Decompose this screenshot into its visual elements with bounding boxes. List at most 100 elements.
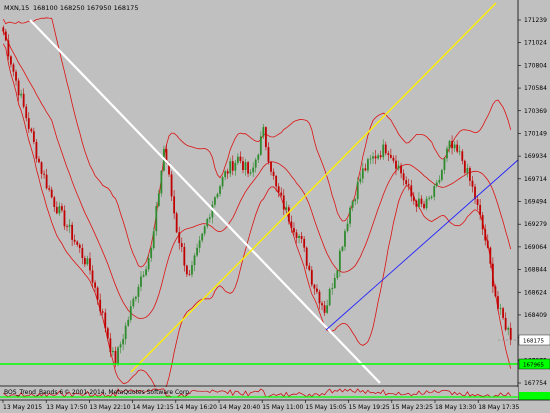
time-label: 14 May 20:40 bbox=[219, 404, 260, 411]
candle-body bbox=[231, 161, 234, 171]
candle-body bbox=[265, 127, 267, 148]
candle-body bbox=[229, 161, 232, 174]
candle-body bbox=[244, 162, 247, 171]
candle-body bbox=[410, 185, 413, 197]
candle-body bbox=[254, 159, 257, 168]
candle-body bbox=[257, 154, 260, 160]
price-label: 170584 bbox=[524, 85, 547, 92]
candle-body bbox=[183, 246, 186, 266]
candle-body bbox=[94, 282, 96, 288]
candle-body bbox=[226, 171, 229, 174]
candle-body bbox=[50, 189, 53, 198]
price-label: 169064 bbox=[524, 244, 547, 251]
candle-body bbox=[191, 265, 193, 275]
candle-body bbox=[221, 177, 224, 187]
candle-body bbox=[30, 128, 33, 132]
candle-body bbox=[96, 287, 99, 300]
candle-body bbox=[458, 151, 461, 153]
candle-body bbox=[196, 247, 198, 256]
candle-body bbox=[259, 136, 262, 155]
candle-body bbox=[303, 238, 306, 248]
candle-body bbox=[89, 258, 91, 271]
candle-body bbox=[101, 311, 104, 313]
time-label: 14 May 12:15 bbox=[133, 404, 174, 411]
candle-body bbox=[456, 144, 459, 152]
candle-body bbox=[344, 231, 346, 247]
time-axis: 13 May 2015 13 May 17:50 13 May 22:10 14 Ma… bbox=[2, 400, 520, 411]
candle-body bbox=[374, 156, 377, 159]
candle-body bbox=[137, 286, 140, 297]
candle-body bbox=[252, 167, 255, 173]
candle-body bbox=[428, 197, 431, 199]
candle-body bbox=[206, 218, 209, 227]
candle-body bbox=[178, 232, 181, 244]
candle-body bbox=[86, 258, 89, 265]
candle-body bbox=[40, 162, 43, 174]
candle-body bbox=[321, 303, 323, 306]
candle-body bbox=[185, 265, 188, 275]
candle-body bbox=[323, 305, 326, 313]
candle-body bbox=[367, 159, 369, 171]
candle-body bbox=[372, 156, 374, 159]
time-label: 13 May 2015 bbox=[3, 404, 42, 411]
candle-body bbox=[504, 317, 507, 330]
candle-body bbox=[150, 248, 153, 259]
candle-body bbox=[361, 168, 364, 179]
candle-body bbox=[402, 173, 405, 181]
candle-body bbox=[364, 168, 367, 171]
green-level-tag-label: 167965 bbox=[523, 363, 544, 369]
candle-body bbox=[12, 64, 15, 72]
candle-body bbox=[440, 170, 443, 180]
candle-body bbox=[160, 170, 163, 194]
candle-body bbox=[127, 319, 130, 326]
candle-body bbox=[435, 182, 438, 187]
price-label: 169714 bbox=[524, 176, 547, 183]
candle-body bbox=[208, 217, 211, 219]
price-chart[interactable]: MXN,15 168100 168250 167950 168175 17123… bbox=[0, 0, 550, 413]
candle-body bbox=[448, 140, 451, 149]
price-axis: 171239 171024 170804 170584 170369 170149 1699… bbox=[518, 17, 547, 387]
candle-body bbox=[117, 347, 119, 365]
candle-body bbox=[78, 244, 81, 248]
candle-body bbox=[502, 308, 504, 318]
candle-body bbox=[509, 327, 512, 340]
candle-body bbox=[418, 198, 420, 207]
chart-window[interactable]: MXN,15 168100 168250 167950 168175 17123… bbox=[0, 0, 550, 413]
candle-body bbox=[25, 106, 28, 119]
time-label: 18 May 17:35 bbox=[478, 404, 519, 411]
candle-body bbox=[336, 270, 339, 278]
candle-body bbox=[15, 71, 17, 81]
time-label: 15 May 23:25 bbox=[392, 404, 433, 411]
candle-body bbox=[270, 161, 272, 172]
candle-body bbox=[262, 127, 265, 137]
price-label: 168844 bbox=[524, 267, 547, 274]
candle-body bbox=[285, 207, 288, 210]
candle-body bbox=[214, 197, 216, 205]
candle-body bbox=[7, 40, 10, 57]
candle-body bbox=[272, 171, 275, 176]
time-label: 13 May 22:10 bbox=[89, 404, 130, 411]
copyright-text: © 2001-2014, MetaQuotes Software Corp. bbox=[64, 389, 191, 396]
candle-body bbox=[392, 157, 395, 161]
candle-body bbox=[415, 200, 418, 207]
price-label: 170804 bbox=[524, 62, 547, 69]
candle-body bbox=[155, 206, 158, 232]
candle-body bbox=[446, 148, 448, 159]
candle-body bbox=[198, 240, 201, 248]
candle-body bbox=[489, 247, 492, 264]
candle-body bbox=[129, 306, 132, 320]
time-label: 14 May 16:20 bbox=[176, 404, 217, 411]
candle-body bbox=[369, 158, 372, 160]
candle-body bbox=[481, 215, 484, 230]
chart-background bbox=[0, 0, 518, 386]
candle-body bbox=[389, 154, 392, 158]
candle-body bbox=[377, 155, 380, 159]
candle-body bbox=[310, 269, 313, 285]
candle-body bbox=[119, 344, 122, 348]
candle-body bbox=[397, 165, 400, 169]
candle-body bbox=[242, 161, 244, 171]
candle-body bbox=[275, 175, 278, 187]
candle-body bbox=[443, 158, 446, 171]
candle-body bbox=[463, 160, 466, 173]
candle-body bbox=[387, 153, 390, 155]
